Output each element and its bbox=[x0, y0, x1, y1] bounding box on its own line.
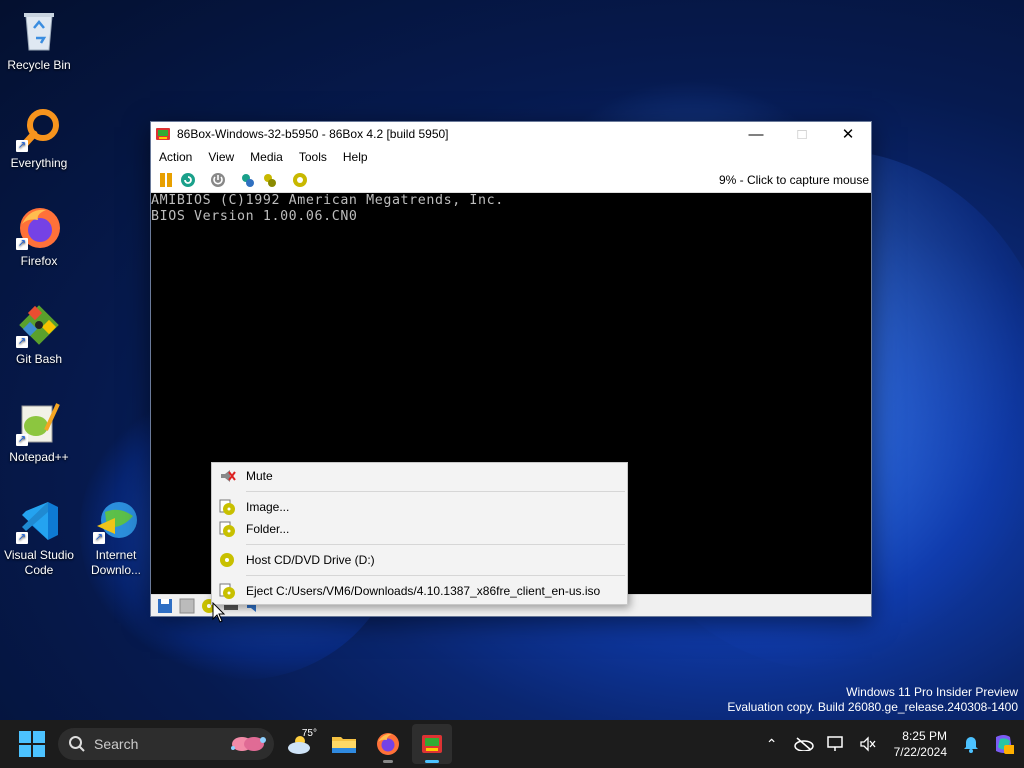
watermark-line: Windows 11 Pro Insider Preview bbox=[846, 685, 1018, 699]
clock-time: 8:25 PM bbox=[902, 729, 947, 743]
menu-tools[interactable]: Tools bbox=[291, 150, 335, 164]
ctrl-alt-esc-icon[interactable] bbox=[261, 171, 279, 189]
watermark-line: Evaluation copy. Build 26080.ge_release.… bbox=[727, 700, 1018, 714]
minimize-button[interactable]: — bbox=[733, 122, 779, 146]
settings-icon[interactable] bbox=[291, 171, 309, 189]
vscode-icon: ↗ bbox=[16, 498, 62, 544]
mouse-capture-status[interactable]: 9% - Click to capture mouse bbox=[719, 173, 869, 187]
mouse-cursor-icon bbox=[212, 602, 226, 623]
desktop-icon-internet-download-manager[interactable]: ↗ Internet Downlo... bbox=[78, 498, 154, 578]
window-titlebar[interactable]: 86Box-Windows-32-b5950 - 86Box 4.2 [buil… bbox=[151, 122, 871, 146]
desktop-icon-label: Everything bbox=[10, 156, 68, 170]
running-indicator bbox=[383, 760, 393, 763]
menu-item-label: Folder... bbox=[246, 522, 290, 536]
power-icon[interactable] bbox=[209, 171, 227, 189]
search-icon bbox=[69, 736, 85, 752]
taskbar-86box[interactable] bbox=[412, 724, 452, 764]
reset-icon[interactable] bbox=[179, 171, 197, 189]
menu-view[interactable]: View bbox=[200, 150, 242, 164]
everything-search-icon: ↗ bbox=[16, 106, 62, 152]
cd-folder-icon bbox=[218, 520, 236, 538]
menu-help[interactable]: Help bbox=[335, 150, 376, 164]
taskbar: Search 75° ⌃ 8:25 PM 7/22/2024 bbox=[0, 720, 1024, 768]
menu-separator bbox=[246, 575, 625, 576]
taskbar-search[interactable]: Search bbox=[58, 728, 274, 760]
close-button[interactable]: ✕ bbox=[825, 122, 871, 146]
file-explorer-icon bbox=[332, 737, 356, 753]
desktop-icon-vscode[interactable]: ↗ Visual Studio Code bbox=[1, 498, 77, 578]
menu-action[interactable]: Action bbox=[151, 150, 200, 164]
desktop-icon-notepadpp[interactable]: ↗ Notepad++ bbox=[1, 400, 77, 465]
search-placeholder: Search bbox=[94, 736, 139, 752]
system-tray: ⌃ 8:25 PM 7/22/2024 bbox=[756, 720, 1024, 768]
search-highlight-icon bbox=[231, 737, 266, 751]
window-title: 86Box-Windows-32-b5950 - 86Box 4.2 [buil… bbox=[177, 127, 449, 141]
copilot-icon[interactable] bbox=[992, 733, 1014, 755]
desktop-icon-label: Visual Studio Code bbox=[4, 548, 74, 577]
toolbar: 9% - Click to capture mouse bbox=[151, 168, 871, 193]
cd-eject-icon bbox=[218, 582, 236, 600]
86box-app-icon bbox=[422, 735, 442, 753]
cd-drive-icon bbox=[218, 551, 236, 569]
menu-item-mute[interactable]: Mute bbox=[212, 465, 627, 487]
clock[interactable]: 8:25 PM 7/22/2024 bbox=[894, 728, 947, 760]
menu-media[interactable]: Media bbox=[242, 150, 291, 164]
onedrive-offline-icon[interactable] bbox=[793, 733, 815, 755]
bios-line: AMIBIOS (C)1992 American Megatrends, Inc… bbox=[151, 193, 504, 208]
cd-image-icon bbox=[218, 498, 236, 516]
menu-item-label: Mute bbox=[246, 469, 273, 483]
ctrl-alt-del-icon[interactable] bbox=[239, 171, 257, 189]
start-button[interactable] bbox=[19, 731, 45, 757]
86box-app-icon bbox=[156, 128, 170, 140]
taskbar-weather[interactable]: 75° bbox=[280, 724, 320, 764]
weather-temp: 75° bbox=[301, 728, 317, 739]
mute-icon bbox=[218, 467, 236, 485]
desktop-icon-label: Firefox bbox=[20, 254, 58, 268]
menu-item-host-drive[interactable]: Host CD/DVD Drive (D:) bbox=[212, 549, 627, 571]
menu-separator bbox=[246, 544, 625, 545]
network-icon[interactable] bbox=[825, 733, 847, 755]
taskbar-firefox[interactable] bbox=[368, 724, 408, 764]
firefox-icon: ↗ bbox=[16, 204, 62, 250]
menu-item-image[interactable]: Image... bbox=[212, 496, 627, 518]
menu-item-label: Host CD/DVD Drive (D:) bbox=[246, 553, 375, 567]
menu-item-eject[interactable]: Eject C:/Users/VM6/Downloads/4.10.1387_x… bbox=[212, 580, 627, 602]
floppy-icon[interactable] bbox=[157, 598, 173, 614]
idm-globe-icon: ↗ bbox=[93, 498, 139, 544]
chevron-up-icon[interactable]: ⌃ bbox=[761, 733, 783, 755]
menu-item-folder[interactable]: Folder... bbox=[212, 518, 627, 540]
taskbar-file-explorer[interactable] bbox=[324, 724, 364, 764]
recycle-bin-icon bbox=[16, 8, 62, 54]
desktop-icon-git-bash[interactable]: ↗ Git Bash bbox=[1, 302, 77, 367]
cdrom-context-menu: Mute Image... Folder... Host CD/DVD Driv… bbox=[211, 462, 628, 605]
git-bash-icon: ↗ bbox=[16, 302, 62, 348]
active-indicator bbox=[425, 760, 439, 763]
pause-icon[interactable] bbox=[157, 171, 175, 189]
desktop-icon-recycle-bin[interactable]: Recycle Bin bbox=[1, 8, 77, 73]
menu-bar: Action View Media Tools Help bbox=[151, 146, 871, 168]
desktop-icon-label: Notepad++ bbox=[9, 450, 69, 464]
desktop-icon-label: Internet Downlo... bbox=[90, 548, 142, 577]
windows-watermark: Windows 11 Pro Insider Preview Evaluatio… bbox=[727, 685, 1018, 715]
menu-item-label: Eject C:/Users/VM6/Downloads/4.10.1387_x… bbox=[246, 584, 601, 598]
notification-bell-icon[interactable] bbox=[960, 733, 982, 755]
menu-separator bbox=[246, 491, 625, 492]
clock-date: 7/22/2024 bbox=[893, 745, 947, 759]
notepadpp-icon: ↗ bbox=[16, 400, 62, 446]
desktop-icon-firefox[interactable]: ↗ Firefox bbox=[1, 204, 77, 269]
desktop-icon-label: Recycle Bin bbox=[7, 58, 71, 72]
desktop-icon-everything[interactable]: ↗ Everything bbox=[1, 106, 77, 171]
desktop-icon-label: Git Bash bbox=[15, 352, 63, 366]
bios-line: BIOS Version 1.00.06.CN0 bbox=[151, 209, 358, 224]
maximize-button[interactable]: □ bbox=[779, 122, 825, 146]
firefox-icon bbox=[377, 733, 399, 755]
floppy-empty-icon[interactable] bbox=[179, 598, 195, 614]
volume-muted-icon[interactable] bbox=[857, 733, 879, 755]
menu-item-label: Image... bbox=[246, 500, 290, 514]
